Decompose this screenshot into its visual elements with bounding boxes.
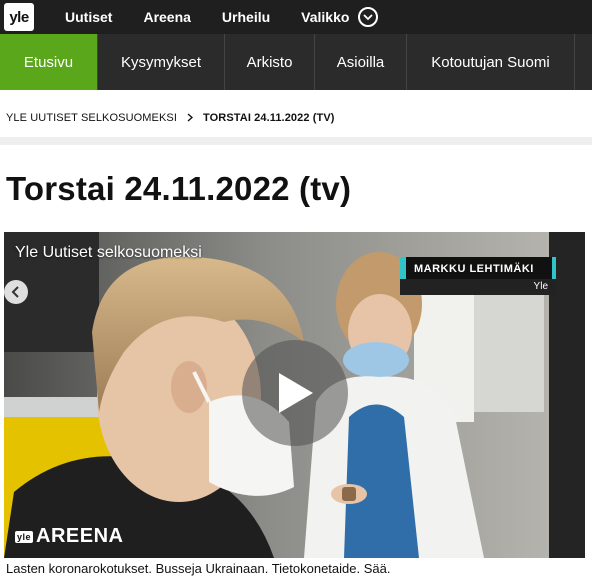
name-plate: MARKKU LEHTIMÄKI Yle [400,257,556,295]
nav-urheilu[interactable]: Urheilu [222,9,270,25]
yle-areena-mark: yle [15,530,34,543]
top-bar: yle Uutiset Areena Urheilu Valikko [0,0,592,34]
play-button[interactable] [242,340,348,446]
menu-button[interactable]: Valikko [301,7,379,27]
breadcrumb-root[interactable]: YLE UUTISET SELKOSUOMEKSI [6,112,177,124]
chevron-left-icon [11,286,19,298]
top-nav: Uutiset Areena Urheilu [65,9,301,25]
chevron-right-icon [187,111,194,125]
tab-arkisto[interactable]: Arkisto [225,34,315,90]
chevron-down-icon [358,7,379,27]
breadcrumb: YLE UUTISET SELKOSUOMEKSI TORSTAI 24.11.… [6,111,335,125]
video-caption: Lasten koronarokotukset. Busseja Ukraina… [6,561,391,576]
nav-areena[interactable]: Areena [143,9,190,25]
areena-label: AREENA [36,525,124,547]
menu-label: Valikko [301,9,350,25]
areena-logo: yle AREENA [15,525,123,548]
play-icon [279,373,313,413]
tab-kysymykset[interactable]: Kysymykset [98,34,225,90]
tab-etusivu[interactable]: Etusivu [0,34,98,90]
name-plate-org: Yle [400,279,556,295]
video-title: Yle Uutiset selkosuomeksi [15,244,202,261]
video-player[interactable]: Yle Uutiset selkosuomeksi MARKKU LEHTIMÄ… [4,232,585,558]
name-plate-name: MARKKU LEHTIMÄKI [400,257,556,279]
yle-logo[interactable]: yle [4,3,34,31]
nav-uutiset[interactable]: Uutiset [65,9,112,25]
page-title: Torstai 24.11.2022 (tv) [6,170,352,207]
section-tabs: Etusivu Kysymykset Arkisto Asioilla Koto… [0,34,592,90]
breadcrumb-current: TORSTAI 24.11.2022 (TV) [203,112,335,124]
divider [0,137,592,145]
previous-button[interactable] [4,280,28,304]
tab-asioilla[interactable]: Asioilla [315,34,407,90]
tab-kotoutujan-suomi[interactable]: Kotoutujan Suomi [407,34,575,90]
